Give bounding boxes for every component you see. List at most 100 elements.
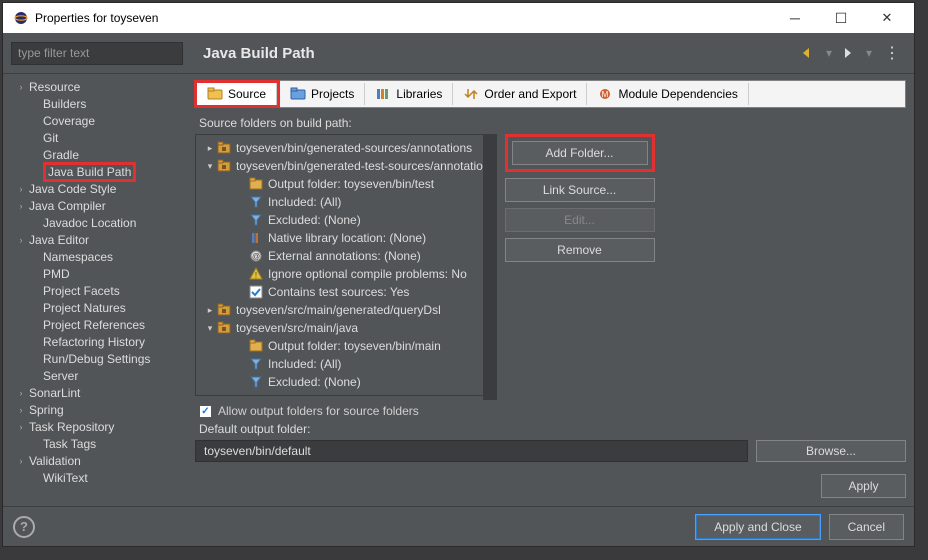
close-button[interactable]: ✕	[864, 4, 910, 32]
sidebar-item-project-references[interactable]: Project References	[3, 316, 187, 333]
sidebar-item-refactoring-history[interactable]: Refactoring History	[3, 333, 187, 350]
tree-row-label: Output folder: toyseven/bin/main	[268, 339, 441, 353]
tab-source[interactable]: Source	[197, 83, 277, 105]
link-source-button[interactable]: Link Source...	[505, 178, 655, 202]
tree-row[interactable]: Included: (All)	[196, 193, 496, 211]
tree-row[interactable]: Excluded: (None)	[196, 211, 496, 229]
sidebar-item-resource[interactable]: ›Resource	[3, 78, 187, 95]
tab-label: Projects	[311, 87, 354, 101]
source-folders-tree[interactable]: ▸ toyseven/bin/generated-sources/annotati…	[195, 134, 497, 396]
tree-row[interactable]: ▾ toyseven/src/main/java	[196, 319, 496, 337]
view-menu-icon[interactable]: ⋮	[880, 43, 904, 63]
category-tree[interactable]: ›ResourceBuilders CoverageGit GradleJava B…	[3, 73, 187, 506]
chevron-right-icon: ›	[15, 405, 27, 415]
dialog-button-bar: ? Apply and Close Cancel	[3, 506, 914, 546]
highlight-source-tab: Source	[194, 80, 280, 108]
chevron-right-icon: ›	[15, 422, 27, 432]
cancel-button[interactable]: Cancel	[829, 514, 904, 540]
tab-label: Libraries	[396, 87, 442, 101]
tab-order-and-export[interactable]: Order and Export	[453, 83, 587, 105]
tree-row[interactable]: !Ignore optional compile problems: No	[196, 265, 496, 283]
sidebar-item-pmd[interactable]: PMD	[3, 265, 187, 282]
maximize-button[interactable]: ☐	[818, 4, 864, 32]
sidebar-item-label: Coverage	[43, 114, 95, 128]
sidebar-item-task-tags[interactable]: Task Tags	[3, 435, 187, 452]
apply-and-close-button[interactable]: Apply and Close	[695, 514, 820, 540]
pkg-icon	[216, 140, 232, 156]
sidebar-item-gradle[interactable]: Gradle	[3, 146, 187, 163]
source-folder-icon	[207, 87, 223, 101]
sidebar-item-task-repository[interactable]: ›Task Repository	[3, 418, 187, 435]
back-arrow-icon[interactable]	[800, 44, 818, 62]
help-icon[interactable]: ?	[13, 516, 35, 538]
scrollbar[interactable]	[483, 134, 497, 400]
sidebar-item-coverage[interactable]: Coverage	[3, 112, 187, 129]
tab-projects[interactable]: Projects	[280, 83, 365, 105]
tree-row[interactable]: Output folder: toyseven/bin/test	[196, 175, 496, 193]
sidebar-item-builders[interactable]: Builders	[3, 95, 187, 112]
chevron-down-icon[interactable]: ▾	[204, 161, 216, 172]
chevron-right-icon: ›	[15, 184, 27, 194]
sidebar-item-label: Validation	[29, 454, 81, 468]
minimize-button[interactable]: ─	[772, 4, 818, 32]
sidebar-item-namespaces[interactable]: Namespaces	[3, 248, 187, 265]
sidebar-item-run-debug-settings[interactable]: Run/Debug Settings	[3, 350, 187, 367]
page-title: Java Build Path	[191, 45, 800, 62]
projects-icon	[290, 87, 306, 101]
titlebar[interactable]: Properties for toyseven ─ ☐ ✕	[3, 3, 914, 33]
chevron-right-icon[interactable]: ▸	[204, 143, 216, 154]
edit-button: Edit...	[505, 208, 655, 232]
tree-row[interactable]: @External annotations: (None)	[196, 247, 496, 265]
sidebar-item-validation[interactable]: ›Validation	[3, 452, 187, 469]
forward-arrow-icon[interactable]	[840, 44, 858, 62]
sidebar-item-spring[interactable]: ›Spring	[3, 401, 187, 418]
tree-row[interactable]: Contains test sources: Yes	[196, 283, 496, 301]
tree-row-label: toyseven/bin/generated-sources/annotatio…	[236, 141, 472, 155]
sidebar-item-project-facets[interactable]: Project Facets	[3, 282, 187, 299]
sidebar-item-java-editor[interactable]: ›Java Editor	[3, 231, 187, 248]
window-title: Properties for toyseven	[35, 11, 772, 25]
sidebar-item-label: Java Compiler	[29, 199, 106, 213]
pkg-icon	[216, 302, 232, 318]
sidebar-item-label: Java Code Style	[29, 182, 116, 196]
tree-row[interactable]: ▸ toyseven/bin/generated-sources/annotati…	[196, 139, 496, 157]
filter-icon	[248, 374, 264, 390]
tree-row[interactable]: Included: (All)	[196, 355, 496, 373]
sidebar-item-sonarlint[interactable]: ›SonarLint	[3, 384, 187, 401]
tree-row[interactable]: Excluded: (None)	[196, 373, 496, 391]
sidebar-item-java-build-path[interactable]: Java Build Path	[3, 163, 187, 180]
sidebar-item-wikitext[interactable]: WikiText	[3, 469, 187, 486]
tree-row-label: Included: (All)	[268, 357, 341, 371]
filter-input[interactable]: type filter text	[11, 42, 183, 65]
chevron-right-icon: ›	[15, 388, 27, 398]
tree-row[interactable]: Native library location: (None)	[196, 229, 496, 247]
add-folder-button[interactable]: Add Folder...	[512, 141, 648, 165]
sidebar-item-javadoc-location[interactable]: Javadoc Location	[3, 214, 187, 231]
sidebar-item-label: Javadoc Location	[43, 216, 136, 230]
tree-row-label: toyseven/src/main/java	[236, 321, 358, 335]
tab-module-dependencies[interactable]: MModule Dependencies	[587, 83, 748, 105]
chevron-down-icon[interactable]: ▾	[204, 323, 216, 334]
sidebar-item-java-code-style[interactable]: ›Java Code Style	[3, 180, 187, 197]
allow-output-checkbox[interactable]: ✓	[199, 405, 212, 418]
tab-libraries[interactable]: Libraries	[365, 83, 453, 105]
tree-row[interactable]: ▸toyseven/src/main/generated/queryDsl	[196, 301, 496, 319]
sidebar-item-git[interactable]: Git	[3, 129, 187, 146]
tree-row[interactable]: Output folder: toyseven/bin/main	[196, 337, 496, 355]
default-output-label: Default output folder:	[199, 422, 906, 436]
chevron-right-icon[interactable]: ▸	[204, 305, 216, 316]
tree-row[interactable]: ▾toyseven/bin/generated-test-sources/ann…	[196, 157, 496, 175]
tree-row-label: Native library location: (None)	[268, 231, 426, 245]
sidebar-item-label: Refactoring History	[43, 335, 145, 349]
sidebar-item-label: Gradle	[43, 148, 79, 162]
sidebar-item-label: Task Repository	[29, 420, 114, 434]
apply-button[interactable]: Apply	[821, 474, 906, 498]
tree-row-label: Included: (All)	[268, 195, 341, 209]
sidebar-item-java-compiler[interactable]: ›Java Compiler	[3, 197, 187, 214]
remove-button[interactable]: Remove	[505, 238, 655, 262]
browse-button[interactable]: Browse...	[756, 440, 906, 462]
sidebar-item-server[interactable]: Server	[3, 367, 187, 384]
sidebar-item-label: Project Natures	[43, 301, 126, 315]
default-output-field[interactable]: toyseven/bin/default	[195, 440, 748, 462]
sidebar-item-project-natures[interactable]: Project Natures	[3, 299, 187, 316]
